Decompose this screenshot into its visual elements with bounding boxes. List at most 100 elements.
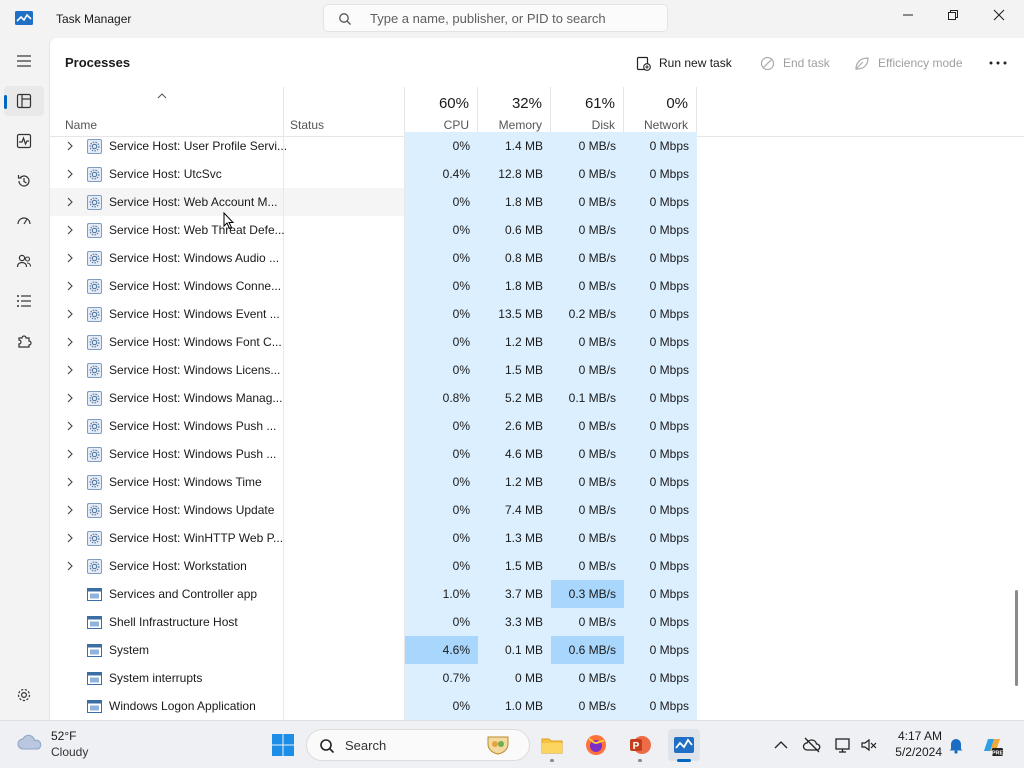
sidebar-item-processes[interactable] — [4, 86, 44, 116]
copilot-button[interactable]: PRE — [980, 733, 1004, 757]
vertical-scrollbar-thumb[interactable] — [1015, 590, 1018, 686]
process-status-cell — [284, 636, 405, 664]
sidebar-item-performance[interactable] — [4, 126, 44, 156]
show-hidden-icons-button[interactable] — [771, 735, 791, 755]
column-header-name[interactable]: Name — [50, 87, 284, 136]
network-tray-button[interactable] — [834, 735, 854, 755]
task-manager-taskbar-button[interactable] — [668, 729, 700, 762]
powerpoint-taskbar-button[interactable]: P — [624, 729, 656, 762]
memory-cell: 2.6 MB — [478, 412, 551, 440]
table-row[interactable]: Service Host: Windows Update 0% 7.4 MB 0… — [50, 496, 1024, 524]
chevron-right-icon[interactable] — [66, 169, 74, 179]
table-row[interactable]: Service Host: Windows Time 0% 1.2 MB 0 M… — [50, 468, 1024, 496]
network-cell: 0 Mbps — [624, 356, 697, 384]
sidebar-item-startup-apps[interactable] — [4, 206, 44, 236]
sidebar-item-app-history[interactable] — [4, 166, 44, 196]
table-row[interactable]: Service Host: Workstation 0% 1.5 MB 0 MB… — [50, 552, 1024, 580]
chevron-right-icon[interactable] — [66, 533, 74, 543]
chevron-right-icon[interactable] — [66, 225, 74, 235]
process-status-cell — [284, 412, 405, 440]
run-new-task-label: Run new task — [659, 56, 732, 70]
maximize-button[interactable] — [930, 0, 976, 30]
table-row[interactable]: Service Host: Windows Font C... 0% 1.2 M… — [50, 328, 1024, 356]
column-header-cpu[interactable]: 60% CPU — [405, 87, 478, 136]
copilot-icon: PRE — [984, 739, 1003, 756]
chevron-right-icon[interactable] — [66, 449, 74, 459]
chevron-right-icon[interactable] — [66, 393, 74, 403]
process-name-cell: Service Host: Windows Font C... — [50, 328, 284, 356]
table-row[interactable]: Service Host: Web Threat Defe... 0% 0.6 … — [50, 216, 1024, 244]
sidebar-item-settings[interactable] — [4, 680, 44, 710]
onedrive-tray-button[interactable] — [802, 735, 822, 755]
chevron-right-icon[interactable] — [66, 505, 74, 515]
network-cell: 0 Mbps — [624, 580, 697, 608]
chevron-right-icon[interactable] — [66, 337, 74, 347]
table-row[interactable]: Service Host: Windows Manag... 0.8% 5.2 … — [50, 384, 1024, 412]
process-search-box[interactable] — [323, 4, 668, 32]
end-task-button[interactable]: End task — [760, 52, 830, 74]
memory-cell: 4.6 MB — [478, 440, 551, 468]
file-explorer-taskbar-button[interactable] — [536, 729, 568, 762]
search-highlight-badge[interactable] — [482, 730, 514, 760]
table-row[interactable]: System interrupts 0.7% 0 MB 0 MB/s 0 Mbp… — [50, 664, 1024, 692]
table-row[interactable]: Service Host: Web Account M... 0% 1.8 MB… — [50, 188, 1024, 216]
column-header-network[interactable]: 0% Network — [624, 87, 697, 136]
table-row[interactable]: Service Host: UtcSvc 0.4% 12.8 MB 0 MB/s… — [50, 160, 1024, 188]
firefox-taskbar-button[interactable] — [580, 729, 612, 761]
memory-cell: 3.7 MB — [478, 580, 551, 608]
memory-cell: 12.8 MB — [478, 160, 551, 188]
notifications-button[interactable] — [946, 735, 966, 755]
table-row[interactable]: System 4.6% 0.1 MB 0.6 MB/s 0 Mbps — [50, 636, 1024, 664]
table-row[interactable]: Windows Logon Application 0% 1.0 MB 0 MB… — [50, 692, 1024, 720]
minimize-button[interactable] — [885, 0, 931, 30]
chevron-right-icon[interactable] — [66, 365, 74, 375]
table-row[interactable]: Service Host: Windows Audio ... 0% 0.8 M… — [50, 244, 1024, 272]
disk-cell: 0 MB/s — [551, 524, 624, 552]
table-row[interactable]: Services and Controller app 1.0% 3.7 MB … — [50, 580, 1024, 608]
table-row[interactable]: Service Host: WinHTTP Web P... 0% 1.3 MB… — [50, 524, 1024, 552]
clock-time[interactable]: 4:17 AM — [882, 729, 942, 743]
chevron-right-icon[interactable] — [66, 421, 74, 431]
cloudy-weather-icon[interactable] — [16, 731, 44, 753]
table-row[interactable]: Service Host: Windows Conne... 0% 1.8 MB… — [50, 272, 1024, 300]
chevron-right-icon[interactable] — [66, 197, 74, 207]
weather-temperature[interactable]: 52°F — [51, 729, 76, 743]
process-name-cell: System — [50, 636, 284, 664]
column-header-disk[interactable]: 61% Disk — [551, 87, 624, 136]
start-button[interactable] — [267, 729, 299, 761]
chevron-right-icon[interactable] — [66, 477, 74, 487]
column-disk-label: Disk — [591, 118, 615, 132]
sidebar-item-details[interactable] — [4, 286, 44, 316]
disk-cell: 0 MB/s — [551, 188, 624, 216]
column-name-label: Name — [65, 118, 98, 132]
search-input[interactable] — [368, 10, 662, 27]
sidebar-item-users[interactable] — [4, 246, 44, 276]
column-header-status[interactable]: Status — [284, 87, 405, 136]
table-row[interactable]: Service Host: Windows Event ... 0% 13.5 … — [50, 300, 1024, 328]
memory-cell: 3.3 MB — [478, 608, 551, 636]
hamburger-menu-button[interactable] — [4, 46, 44, 76]
table-row[interactable]: Service Host: Windows Push ... 0% 2.6 MB… — [50, 412, 1024, 440]
weather-condition[interactable]: Cloudy — [51, 745, 88, 759]
chevron-right-icon[interactable] — [66, 561, 74, 571]
table-row[interactable]: Service Host: Windows Push ... 0% 4.6 MB… — [50, 440, 1024, 468]
more-options-button[interactable] — [983, 52, 1013, 74]
cpu-cell: 0% — [405, 468, 478, 496]
run-new-task-button[interactable]: Run new task — [636, 52, 732, 74]
column-header-memory[interactable]: 32% Memory — [478, 87, 551, 136]
search-icon — [339, 13, 351, 25]
table-row[interactable]: Shell Infrastructure Host 0% 3.3 MB 0 MB… — [50, 608, 1024, 636]
chevron-right-icon[interactable] — [66, 141, 74, 151]
efficiency-mode-button[interactable]: Efficiency mode — [854, 52, 963, 74]
cpu-cell: 0% — [405, 356, 478, 384]
table-row[interactable]: Service Host: Windows Licens... 0% 1.5 M… — [50, 356, 1024, 384]
sidebar-item-services[interactable] — [4, 326, 44, 356]
chevron-right-icon[interactable] — [66, 309, 74, 319]
efficiency-mode-label: Efficiency mode — [878, 56, 963, 70]
clock-date[interactable]: 5/2/2024 — [882, 745, 942, 759]
table-row[interactable]: Service Host: User Profile Servi... 0% 1… — [50, 132, 1024, 160]
chevron-right-icon[interactable] — [66, 253, 74, 263]
chevron-right-icon[interactable] — [66, 281, 74, 291]
volume-tray-button[interactable] — [859, 735, 879, 755]
close-button[interactable] — [976, 0, 1022, 30]
